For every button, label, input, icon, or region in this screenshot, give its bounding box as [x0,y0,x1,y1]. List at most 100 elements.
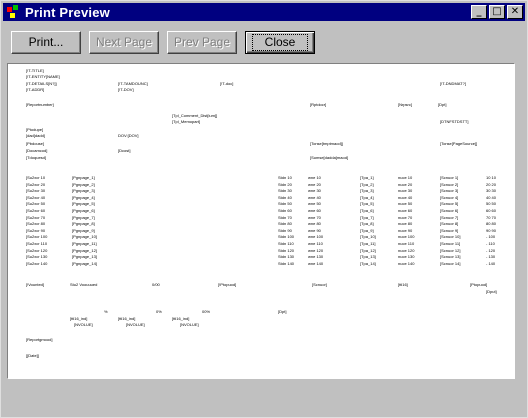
table-cell: wne 40 [308,194,321,200]
table-cell: Stdn 70 [278,214,292,220]
report-text: Stu2 Voouuued [70,282,98,287]
table-cell: nuce 80 [398,221,413,227]
table-cell: 50 50 [486,201,497,207]
table-cell: [Su2xcr 80 [26,221,46,227]
table-cell: nuce 110 [398,241,415,246]
table-cell: [Tpa_2] [360,181,374,187]
table-cell: [Pgnpage_6] [72,208,95,213]
report-text: [!T-DETAILS[N?]] [26,81,57,86]
prev-page-button[interactable]: Prev Page [167,31,237,54]
table-cell: [Pgnpage_13] [72,254,97,260]
close-window-button[interactable]: ✕ [507,5,523,19]
table-cell: wne 30 [308,188,321,194]
next-page-button[interactable]: Next Page [89,31,159,54]
window-title: Print Preview [25,4,110,20]
table-cell: wne 90 [308,227,321,233]
table-cell: [Su2xcr 130 [26,254,48,260]
table-cell: 40 40 [486,194,497,200]
table-cell: nuce 90 [398,227,413,233]
table-cell: [Pgnpage_1] [72,175,95,180]
table-cell: [Tpa_10] [360,234,376,240]
table-cell: [Scnuor 12] [440,247,461,253]
table-cell: [Tpa_12] [360,247,376,253]
table-cell: [Scnuor 8] [440,221,459,227]
report-text: [!T-ADDR] [26,87,45,92]
table-cell: nuce 70 [398,214,413,220]
report-text: [ttl16_ind] [70,316,88,321]
report-text: [!T-TITLE] [26,68,44,73]
report-text: 0% [156,309,162,314]
table-cell: nuce 50 [398,201,413,207]
table-cell: [Tpa_4] [360,194,374,200]
table-cell: Stdn 100 [278,234,295,240]
report-text: [DTNFSTDSTT] [440,119,469,124]
report-text: [dad[dadd] [26,133,45,138]
table-cell: wne 130 [308,254,324,260]
table-cell: [Tpa_9] [360,227,374,233]
report-text: 0/00 [152,282,160,287]
table-cell: Stdn 120 [278,247,295,253]
report-text: [Docamcod] [26,148,48,153]
app-icon [5,4,21,20]
report-text: [Dput] [486,289,497,294]
table-cell: [Scnuor 6] [440,208,459,213]
table-cell: [Su2xcr 110 [26,241,48,246]
report-text: [!T-TAMDOUNC] [118,81,148,86]
report-text: [Tpl_Comment_Dist[ium]] [172,113,218,118]
table-cell: - 130 [486,254,496,260]
close-button-label: Close [251,34,309,51]
table-cell: nuce 60 [398,208,413,213]
report-text: [!T-DOV] [118,87,134,92]
report-text: [Tpl_Memopart] [172,119,201,124]
report-text: [ttl16_ind] [118,316,136,321]
table-cell: [Pgnpage_9] [72,227,95,233]
table-cell: [Su2xcr 10 [26,175,46,180]
report-text: [Pbdouse] [26,141,45,146]
table-cell: [Pgnpage_7] [72,214,95,220]
table-cell: Stdn 90 [278,227,292,233]
table-cell: Stdn 20 [278,181,292,187]
table-cell: [Su2xcr 140 [26,260,48,266]
table-cell: [Pgnpage_5] [72,201,95,207]
table-cell: wne 70 [308,214,321,220]
title-bar[interactable]: Print Preview _ □ ✕ [3,3,525,21]
report-text: [!T-ENTITY[NAME] [26,74,60,79]
report-text: [Scnuor] [312,282,327,287]
report-text: [Rptdocr] [310,102,327,107]
table-cell: [Tpa_3] [360,188,374,194]
table-cell: - 100 [486,234,496,240]
table-cell: wne 140 [308,260,324,266]
report-text: [Tdoquesd] [26,155,47,160]
report-text: [Ptodupe] [26,127,44,132]
table-cell: [Tpa_5] [360,201,374,207]
table-cell: [Pgnpage_4] [72,194,95,200]
table-cell: wne 60 [308,208,321,213]
table-cell: wne 50 [308,201,321,207]
report-text: [Dpt] [438,102,447,107]
report-text: [Ptopuod] [470,282,488,287]
table-cell: [Scnuor 14] [440,260,461,266]
table-cell: wne 100 [308,234,324,240]
table-cell: [Tpa_6] [360,208,374,213]
table-cell: 70 70 [486,214,497,220]
close-button[interactable]: Close [245,31,315,54]
table-cell: [Su2xcr 60 [26,208,46,213]
table-cell: Stdn 80 [278,221,292,227]
table-cell: [Scnuor 2] [440,181,459,187]
print-button[interactable]: Print... [11,31,81,54]
report-text: [ttl16_ind] [172,316,190,321]
table-cell: nuce 10 [398,175,413,180]
table-cell: Stdn 130 [278,254,295,260]
maximize-button[interactable]: □ [489,5,505,19]
table-cell: 10 10 [486,175,497,180]
preview-pane[interactable]: [!T-TITLE] [!T-ENTITY[NAME] [!T-DETAILS[… [7,63,515,379]
table-cell: [Tpa_8] [360,221,374,227]
table-cell: Stdn 110 [278,241,294,246]
table-cell: nuce 100 [398,234,415,240]
minimize-button[interactable]: _ [471,5,487,19]
report-text: [Nrpsrc] [398,102,412,107]
table-cell: wne 20 [308,181,321,187]
report-text: [NVOLUE] [126,322,145,327]
table-cell: [Su2xcr 40 [26,194,46,200]
report-text: [Reportgmood] [26,337,53,342]
